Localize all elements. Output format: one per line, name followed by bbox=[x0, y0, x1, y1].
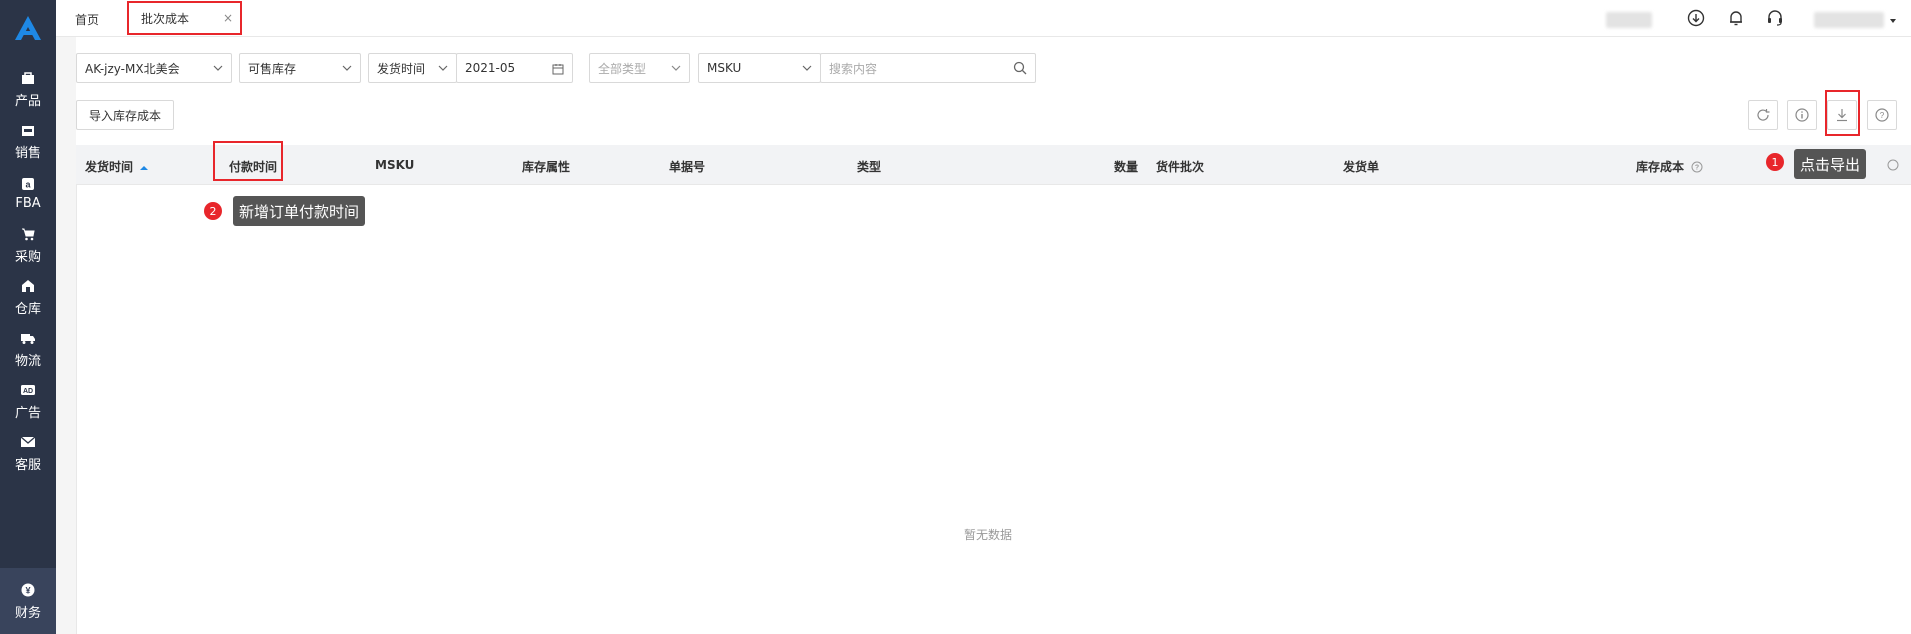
chevron-down-icon bbox=[671, 65, 681, 71]
col-msku[interactable]: MSKU bbox=[375, 158, 414, 172]
sidebar-item-label: 广告 bbox=[14, 405, 41, 421]
sidebar-item-label: 销售 bbox=[14, 145, 41, 161]
sku-type-value: MSKU bbox=[707, 61, 742, 75]
svg-text:AD: AD bbox=[23, 388, 33, 395]
stock-select[interactable]: 可售库存 bbox=[239, 53, 361, 83]
help-icon: ? bbox=[1875, 108, 1889, 122]
content-panel: AK-jzy-MX北美会 可售库存 发货时间 2021-05 全部类型 MSKU… bbox=[76, 37, 1911, 634]
svg-text:?: ? bbox=[1695, 165, 1699, 172]
col-quantity[interactable]: 数量 bbox=[1114, 158, 1138, 175]
callout-badge-1: 1 bbox=[1766, 153, 1784, 171]
tab-label: 批次成本 bbox=[141, 11, 190, 26]
search-input[interactable]: 搜索内容 bbox=[820, 53, 1036, 83]
bell-icon[interactable] bbox=[1727, 9, 1745, 27]
download-circle-icon[interactable] bbox=[1687, 9, 1705, 27]
col-shipping-order[interactable]: 发货单 bbox=[1343, 158, 1379, 175]
sidebar-item-label: 财务 bbox=[14, 605, 41, 621]
category-select[interactable]: 全部类型 bbox=[589, 53, 690, 83]
mail-icon bbox=[19, 434, 37, 450]
month-value: 2021-05 bbox=[465, 61, 516, 75]
callout-badge-2: 2 bbox=[204, 202, 222, 220]
sidebar-item-label: 物流 bbox=[14, 353, 41, 369]
sidebar-item-label: 产品 bbox=[14, 93, 41, 109]
sidebar: 产品 销售 a FBA 采购 仓库 物流 AD 广告 客服 ¥ 财务 bbox=[0, 0, 56, 634]
sidebar-item-label: FBA bbox=[15, 195, 41, 211]
month-picker[interactable]: 2021-05 bbox=[456, 53, 573, 83]
chevron-down-icon bbox=[802, 65, 812, 71]
blurred-user-name[interactable] bbox=[1814, 12, 1884, 28]
col-type[interactable]: 类型 bbox=[857, 158, 881, 175]
refresh-button[interactable] bbox=[1748, 100, 1778, 130]
help-circle-icon[interactable] bbox=[1887, 159, 1899, 174]
top-bar: 首页 批次成本 × bbox=[56, 0, 1911, 37]
shop-icon bbox=[19, 122, 37, 138]
sidebar-item-label: 仓库 bbox=[14, 301, 41, 317]
search-icon[interactable] bbox=[1013, 61, 1027, 75]
logo-icon bbox=[15, 16, 41, 40]
col-shipment-batch[interactable]: 货件批次 bbox=[1156, 158, 1204, 175]
blurred-store-info bbox=[1606, 12, 1652, 28]
sidebar-item-finance[interactable]: ¥ 财务 bbox=[0, 568, 56, 634]
store-select[interactable]: AK-jzy-MX北美会 bbox=[76, 53, 232, 83]
app-logo[interactable] bbox=[0, 0, 56, 56]
chevron-down-icon bbox=[213, 65, 223, 71]
sidebar-item-support[interactable]: 客服 bbox=[0, 422, 56, 484]
table-header: 发货时间 付款时间 MSKU 库存属性 单据号 类型 数量 货件批次 发货单 库… bbox=[76, 145, 1911, 185]
sort-asc-icon[interactable] bbox=[140, 165, 149, 171]
col-ship-time[interactable]: 发货时间 bbox=[85, 158, 149, 175]
col-doc-no[interactable]: 单据号 bbox=[669, 158, 705, 175]
chevron-down-icon bbox=[438, 65, 448, 71]
sku-type-select[interactable]: MSKU bbox=[698, 53, 821, 83]
bag-icon bbox=[19, 70, 37, 86]
sidebar-item-label: 客服 bbox=[14, 457, 41, 473]
calendar-icon bbox=[552, 64, 564, 75]
import-stock-cost-button[interactable]: 导入库存成本 bbox=[76, 100, 174, 130]
yen-icon: ¥ bbox=[19, 582, 37, 598]
svg-text:?: ? bbox=[1880, 111, 1885, 120]
category-placeholder: 全部类型 bbox=[598, 61, 647, 76]
cart-icon bbox=[19, 226, 37, 242]
truck-icon bbox=[19, 330, 37, 346]
callout-pay-time-tip: 新增订单付款时间 bbox=[233, 196, 366, 226]
callout-export-tip: 点击导出 bbox=[1794, 149, 1867, 179]
store-select-value: AK-jzy-MX北美会 bbox=[85, 61, 180, 76]
info-icon bbox=[1795, 108, 1809, 122]
tab-home[interactable]: 首页 bbox=[75, 11, 99, 28]
warehouse-icon bbox=[19, 278, 37, 294]
col-stock-cost[interactable]: 库存成本 ? bbox=[1636, 158, 1703, 175]
chevron-down-icon bbox=[342, 65, 352, 71]
sidebar-item-label: 采购 bbox=[14, 249, 41, 265]
col-stock-cost-label: 库存成本 bbox=[1636, 160, 1685, 174]
close-icon[interactable]: × bbox=[223, 11, 233, 25]
refresh-icon bbox=[1757, 109, 1770, 121]
info-button[interactable] bbox=[1787, 100, 1817, 130]
table-body-border bbox=[76, 185, 77, 634]
ad-icon: AD bbox=[19, 382, 37, 398]
time-type-select[interactable]: 发货时间 bbox=[368, 53, 457, 83]
pay-time-highlight bbox=[213, 141, 283, 181]
caret-down-icon[interactable] bbox=[1890, 13, 1896, 27]
tab-batch-cost[interactable]: 批次成本 × bbox=[127, 1, 242, 35]
time-type-value: 发货时间 bbox=[377, 61, 426, 76]
main-content: AK-jzy-MX北美会 可售库存 发货时间 2021-05 全部类型 MSKU… bbox=[56, 37, 1911, 634]
search-placeholder: 搜索内容 bbox=[829, 61, 878, 76]
col-stock-attr[interactable]: 库存属性 bbox=[522, 158, 570, 175]
headset-icon[interactable] bbox=[1766, 9, 1784, 27]
stock-select-value: 可售库存 bbox=[248, 61, 297, 76]
help-button[interactable]: ? bbox=[1867, 100, 1897, 130]
col-ship-time-label: 发货时间 bbox=[85, 160, 134, 174]
help-circle-icon[interactable]: ? bbox=[1691, 161, 1703, 173]
empty-state-text: 暂无数据 bbox=[964, 528, 1013, 542]
export-highlight bbox=[1825, 90, 1860, 136]
svg-text:¥: ¥ bbox=[25, 585, 30, 595]
amazon-icon: a bbox=[19, 176, 37, 192]
